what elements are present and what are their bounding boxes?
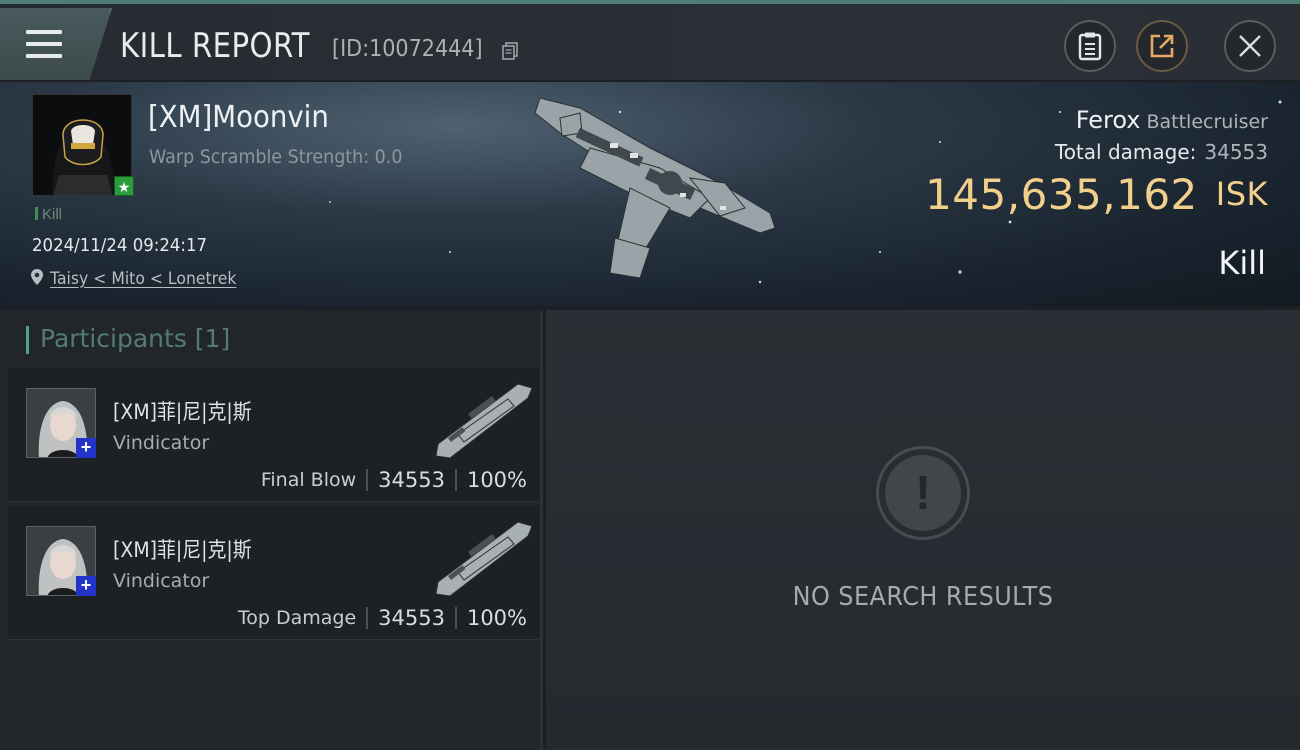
weapon-icon — [435, 521, 533, 597]
kill-timestamp: 2024/11/24 09:24:17 — [32, 235, 208, 256]
kill-tag: Kill — [35, 206, 62, 223]
clipboard-icon — [1078, 32, 1102, 61]
location-pin-icon — [31, 269, 43, 285]
participants-title: Participants [1] — [25, 324, 231, 354]
share-button[interactable] — [1136, 20, 1188, 72]
location-link[interactable]: Taisy < Mito < Lonetrek — [50, 269, 236, 289]
participant-row[interactable]: + [XM]菲|尼|克|斯 Vindicator Final Blow 3455… — [8, 368, 539, 502]
copy-icon[interactable] — [502, 42, 518, 60]
weapon-icon — [435, 383, 533, 459]
warp-scramble-strength: Warp Scramble Strength: 0.0 — [149, 146, 403, 168]
close-button[interactable] — [1224, 20, 1276, 72]
report-id: [ID:10072444] — [332, 36, 483, 62]
participant-role: Top Damage — [237, 607, 357, 629]
clipboard-button[interactable] — [1064, 20, 1116, 72]
total-damage: Total damage: 34553 — [1055, 140, 1268, 164]
victim-banner: ★ [XM]Moonvin Warp Scramble Strength: 0.… — [0, 82, 1300, 306]
isk-value: 145,635,162 ISK — [925, 170, 1268, 219]
page-title: KILL REPORT — [120, 26, 310, 66]
top-bar: KILL REPORT [ID:10072444] — [0, 0, 1300, 80]
participant-stats: Final Blow 34553 100% — [261, 468, 527, 492]
victim-name[interactable]: [XM]Moonvin — [148, 100, 329, 135]
victim-ship-image — [534, 97, 776, 279]
participants-panel: Participants [1] + [XM]菲|尼|克|斯 Vindicato… — [0, 310, 543, 750]
kill-location[interactable]: Taisy < Mito < Lonetrek — [30, 268, 253, 289]
participant-stats: Top Damage 34553 100% — [238, 606, 527, 630]
participant-name: [XM]菲|尼|克|斯 — [113, 400, 252, 424]
plus-icon: + — [76, 438, 96, 458]
participant-percent: 100% — [466, 468, 527, 492]
menu-button[interactable] — [0, 8, 112, 80]
participant-role: Final Blow — [260, 469, 357, 491]
isk-amount: 145,635,162 — [925, 170, 1198, 219]
isk-unit: ISK — [1215, 175, 1268, 213]
results-panel: ! NO SEARCH RESULTS — [546, 310, 1300, 750]
share-icon — [1150, 34, 1174, 58]
ship-name: Ferox — [1075, 106, 1141, 134]
exclamation-icon: ! — [876, 446, 970, 540]
participant-percent: 100% — [466, 606, 527, 630]
empty-state-text: NO SEARCH RESULTS — [792, 582, 1054, 612]
result-label: Kill — [1218, 244, 1266, 282]
participant-name: [XM]菲|尼|克|斯 — [113, 538, 252, 562]
divider — [366, 469, 369, 491]
participant-row[interactable]: + [XM]菲|尼|克|斯 Vindicator Top Damage 3455… — [8, 506, 539, 640]
participants-title-text: Participants [1] — [40, 324, 231, 353]
participant-ship: Vindicator — [113, 432, 210, 454]
divider — [454, 469, 457, 491]
total-damage-value: 34553 — [1204, 140, 1268, 164]
hamburger-menu-icon — [26, 30, 62, 58]
participant-damage: 34553 — [378, 468, 445, 492]
participant-ship: Vindicator — [113, 570, 210, 592]
plus-icon: + — [76, 576, 96, 596]
corp-star-icon: ★ — [114, 176, 134, 196]
participant-damage: 34553 — [378, 606, 445, 630]
total-damage-label: Total damage: — [1054, 140, 1197, 164]
divider — [366, 607, 369, 629]
divider — [454, 607, 457, 629]
close-icon — [1239, 35, 1261, 57]
victim-ship[interactable]: Ferox Battlecruiser — [1076, 106, 1268, 134]
ship-class: Battlecruiser — [1146, 111, 1268, 133]
